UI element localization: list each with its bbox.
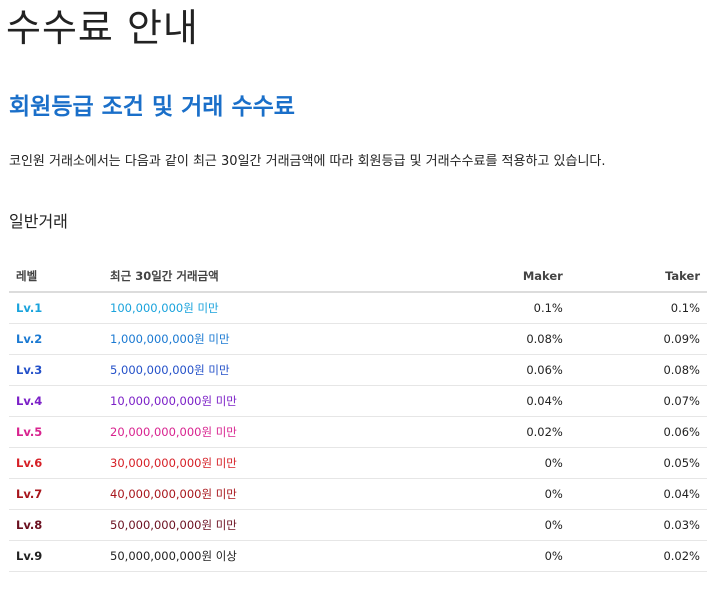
level-cell: Lv.9 [9, 540, 111, 572]
maker-fee-cell: 0% [404, 447, 563, 479]
taker-fee-cell: 0.08% [562, 354, 707, 386]
taker-fee-cell: 0.04% [562, 478, 707, 510]
table-row: Lv.9 50,000,000,000원 이상 0% 0.02% [9, 540, 707, 572]
table-row: Lv.6 30,000,000,000원 미만 0% 0.05% [9, 447, 707, 479]
amount-cell: 100,000,000원 미만 [110, 292, 405, 324]
amount-cell: 20,000,000,000원 미만 [110, 416, 405, 448]
maker-fee-cell: 0% [404, 509, 563, 541]
table-row: Lv.1 100,000,000원 미만 0.1% 0.1% [9, 292, 707, 324]
header-maker: Maker [404, 261, 563, 293]
taker-fee-cell: 0.03% [562, 509, 707, 541]
level-cell: Lv.2 [9, 323, 111, 355]
table-row: Lv.4 10,000,000,000원 미만 0.04% 0.07% [9, 385, 707, 417]
maker-fee-cell: 0.1% [404, 292, 563, 324]
level-cell: Lv.3 [9, 354, 111, 386]
maker-fee-cell: 0.08% [404, 323, 563, 355]
amount-cell: 30,000,000,000원 미만 [110, 447, 405, 479]
amount-cell: 5,000,000,000원 미만 [110, 354, 405, 386]
amount-cell: 50,000,000,000원 이상 [110, 540, 405, 572]
level-cell: Lv.4 [9, 385, 111, 417]
section-title: 회원등급 조건 및 거래 수수료 [9, 94, 295, 120]
general-trading-title: 일반거래 [9, 212, 68, 231]
taker-fee-cell: 0.09% [562, 323, 707, 355]
level-cell: Lv.6 [9, 447, 111, 479]
table-row: Lv.5 20,000,000,000원 미만 0.02% 0.06% [9, 416, 707, 448]
level-cell: Lv.5 [9, 416, 111, 448]
taker-fee-cell: 0.1% [562, 292, 707, 324]
page-title: 수수료 안내 [6, 6, 199, 50]
header-level: 레벨 [9, 261, 111, 293]
table-row: Lv.8 50,000,000,000원 미만 0% 0.03% [9, 509, 707, 541]
level-cell: Lv.8 [9, 509, 111, 541]
header-taker: Taker [562, 261, 707, 293]
fee-table: 레벨 최근 30일간 거래금액 Maker Taker Lv.1 100,000… [9, 261, 707, 572]
amount-cell: 1,000,000,000원 미만 [110, 323, 405, 355]
taker-fee-cell: 0.06% [562, 416, 707, 448]
amount-cell: 40,000,000,000원 미만 [110, 478, 405, 510]
level-cell: Lv.7 [9, 478, 111, 510]
table-header-row: 레벨 최근 30일간 거래금액 Maker Taker [9, 261, 707, 293]
maker-fee-cell: 0.06% [404, 354, 563, 386]
maker-fee-cell: 0.04% [404, 385, 563, 417]
amount-cell: 50,000,000,000원 미만 [110, 509, 405, 541]
table-row: Lv.2 1,000,000,000원 미만 0.08% 0.09% [9, 323, 707, 355]
taker-fee-cell: 0.05% [562, 447, 707, 479]
maker-fee-cell: 0% [404, 478, 563, 510]
taker-fee-cell: 0.02% [562, 540, 707, 572]
header-amount: 최근 30일간 거래금액 [110, 261, 405, 293]
table-row: Lv.7 40,000,000,000원 미만 0% 0.04% [9, 478, 707, 510]
amount-cell: 10,000,000,000원 미만 [110, 385, 405, 417]
taker-fee-cell: 0.07% [562, 385, 707, 417]
maker-fee-cell: 0.02% [404, 416, 563, 448]
table-row: Lv.3 5,000,000,000원 미만 0.06% 0.08% [9, 354, 707, 386]
level-cell: Lv.1 [9, 292, 111, 324]
fee-description: 코인원 거래소에서는 다음과 같이 최근 30일간 거래금액에 따라 회원등급 … [9, 154, 606, 169]
maker-fee-cell: 0% [404, 540, 563, 572]
